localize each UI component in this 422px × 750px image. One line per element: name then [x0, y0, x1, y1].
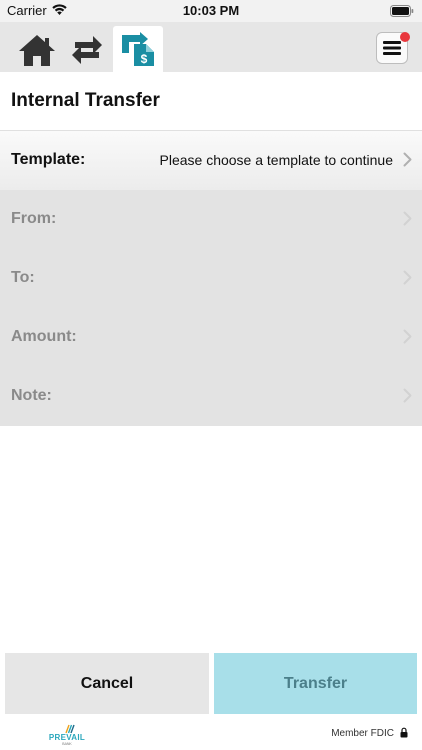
logo-subtext: BANK	[62, 742, 72, 746]
from-account-row: From:	[0, 190, 422, 249]
tab-home[interactable]	[14, 28, 60, 72]
transfer-arrows-icon	[72, 36, 102, 64]
amount-label: Amount:	[11, 328, 77, 345]
notification-badge	[400, 32, 410, 42]
chevron-right-icon	[403, 211, 412, 226]
prevail-bank-logo: PREVAIL BANK	[46, 724, 88, 748]
chevron-right-icon	[403, 152, 412, 167]
lock-icon	[400, 727, 408, 738]
internal-transfer-icon: $	[122, 32, 154, 66]
footer: PREVAIL BANK Member FDIC	[0, 714, 422, 750]
hamburger-menu-icon	[383, 41, 401, 55]
clock: 10:03 PM	[182, 3, 240, 18]
svg-text:$: $	[141, 52, 148, 66]
chevron-right-icon	[403, 270, 412, 285]
from-label: From:	[11, 210, 57, 227]
logo-wordmark: PREVAIL	[48, 733, 86, 742]
note-label: Note:	[11, 387, 52, 404]
member-fdic-label: Member FDIC	[331, 728, 394, 739]
page-title: Internal Transfer	[11, 90, 160, 111]
note-row: Note:	[0, 367, 422, 426]
template-placeholder: Please choose a template to continue	[159, 152, 394, 168]
transfer-form: Template: Please choose a template to co…	[0, 131, 422, 426]
transfer-button[interactable]: Transfer	[214, 653, 417, 714]
chevron-right-icon	[403, 329, 412, 344]
tab-internal-transfer[interactable]: $	[113, 26, 163, 72]
to-label: To:	[11, 269, 35, 286]
to-account-row: To:	[0, 249, 422, 308]
template-label: Template:	[11, 151, 86, 168]
amount-row: Amount:	[0, 308, 422, 367]
top-tab-bar: $	[0, 22, 422, 72]
chevron-right-icon	[403, 388, 412, 403]
tab-transfers[interactable]	[64, 28, 110, 72]
home-icon	[19, 35, 55, 66]
template-selector-row[interactable]: Template: Please choose a template to co…	[0, 131, 422, 190]
cancel-button[interactable]: Cancel	[5, 653, 209, 714]
battery-icon	[390, 5, 414, 17]
status-bar: Carrier 10:03 PM	[0, 0, 422, 22]
